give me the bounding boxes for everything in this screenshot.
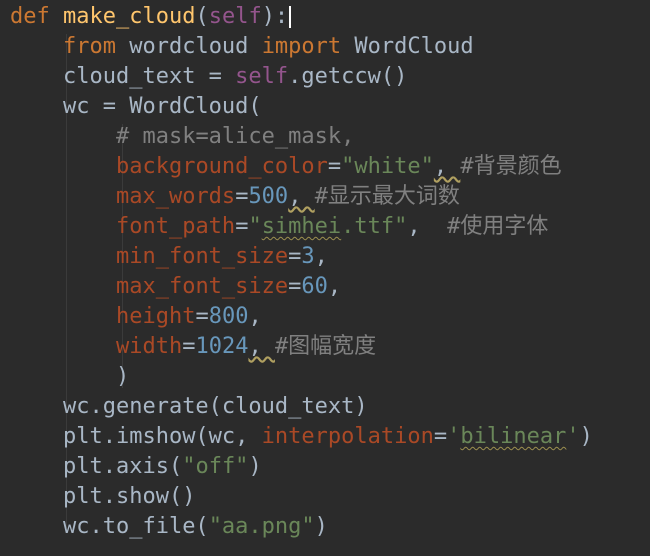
string-quote: ' xyxy=(447,424,461,449)
code-line-13[interactable]: ) xyxy=(10,362,129,392)
method-call: .getccw() xyxy=(288,64,408,89)
param-name: interpolation xyxy=(261,424,434,449)
param-name: max_font_size xyxy=(115,274,289,299)
self-param: self xyxy=(208,4,262,29)
close-paren: ): xyxy=(261,4,289,29)
code-line-12[interactable]: width=1024, #图幅宽度 xyxy=(10,332,376,362)
close-paren: ) xyxy=(579,424,593,449)
code-line-7[interactable]: max_words=500, #显示最大词数 xyxy=(10,182,460,212)
comma: , xyxy=(407,214,448,239)
comma: , xyxy=(433,154,461,179)
module-name: wordcloud xyxy=(129,34,249,59)
comma: , xyxy=(314,244,328,269)
comma: , xyxy=(288,184,315,209)
line-comment: #图幅宽度 xyxy=(274,334,377,359)
comma: , xyxy=(248,334,275,359)
show-call: plt.show() xyxy=(62,484,196,509)
code-line-18[interactable]: wc.to_file("aa.png") xyxy=(10,512,328,542)
code-editor[interactable]: def make_cloud(self): from wordcloud imp… xyxy=(0,0,650,556)
equals: = xyxy=(195,304,209,329)
close-paren: ) xyxy=(115,364,130,389)
string-value: "aa.png" xyxy=(208,514,315,539)
def-keyword: def xyxy=(10,4,50,29)
code-line-17[interactable]: plt.show() xyxy=(10,482,195,512)
code-line-15[interactable]: plt.imshow(wc, interpolation='bilinear') xyxy=(10,422,593,452)
close-paren: ) xyxy=(314,514,328,539)
number-value: 60 xyxy=(301,274,328,299)
param-name: background_color xyxy=(115,154,328,179)
equals: = xyxy=(288,274,302,299)
code-line-14[interactable]: wc.generate(cloud_text) xyxy=(10,392,368,422)
axis-call: plt.axis( xyxy=(62,454,183,479)
equals: = xyxy=(288,244,302,269)
code-line-5[interactable]: # mask=alice_mask, xyxy=(10,122,354,152)
equals: = xyxy=(235,184,249,209)
number-value: 1024 xyxy=(195,334,249,359)
code-line-1[interactable]: def make_cloud(self): xyxy=(10,2,292,32)
code-line-4[interactable]: wc = WordCloud( xyxy=(10,92,262,122)
code-line-3[interactable]: cloud_text = self.getccw() xyxy=(10,62,407,92)
equals: = xyxy=(235,214,249,239)
param-name: min_font_size xyxy=(115,244,289,269)
wordcloud-constructor: wc = WordCloud( xyxy=(62,94,262,119)
param-name: width xyxy=(115,334,183,359)
comma: , xyxy=(327,274,342,299)
close-paren: ) xyxy=(248,454,262,479)
code-line-10[interactable]: max_font_size=60, xyxy=(10,272,341,302)
imshow-call: plt.imshow(wc, xyxy=(62,424,262,449)
string-value: "off" xyxy=(182,454,249,479)
class-name: WordCloud xyxy=(354,34,474,59)
comma: , xyxy=(248,304,262,329)
string-value: "white" xyxy=(341,154,434,179)
assignment-target: cloud_text = xyxy=(62,64,236,89)
string-quote: " xyxy=(248,214,262,239)
line-comment: #使用字体 xyxy=(447,214,549,239)
function-name: make_cloud xyxy=(63,4,196,29)
param-name: font_path xyxy=(115,214,236,239)
line-comment: #背景颜色 xyxy=(460,154,562,179)
to-file-call: wc.to_file( xyxy=(62,514,209,539)
code-line-6[interactable]: background_color="white", #背景颜色 xyxy=(10,152,562,182)
string-value: .ttf" xyxy=(341,214,408,239)
number-value: 800 xyxy=(208,304,249,329)
line-comment: # mask=alice_mask, xyxy=(115,124,355,149)
code-line-16[interactable]: plt.axis("off") xyxy=(10,452,262,482)
code-line-11[interactable]: height=800, xyxy=(10,302,262,332)
param-name: max_words xyxy=(115,184,236,209)
string-value-typo: simhei xyxy=(261,214,342,239)
equals: = xyxy=(182,334,196,359)
text-cursor xyxy=(289,6,292,28)
import-keyword: import xyxy=(261,34,342,59)
string-value-typo: bilinear xyxy=(460,424,567,449)
self-ref: self xyxy=(235,64,289,89)
code-line-9[interactable]: min_font_size=3, xyxy=(10,242,328,272)
number-value: 500 xyxy=(248,184,289,209)
code-line-2[interactable]: from wordcloud import WordCloud xyxy=(10,32,474,62)
string-quote: ' xyxy=(566,424,580,449)
from-keyword: from xyxy=(62,34,116,59)
code-line-8[interactable]: font_path="simhei.ttf", #使用字体 xyxy=(10,212,548,242)
equals: = xyxy=(433,424,448,449)
param-name: height xyxy=(115,304,196,329)
open-paren: ( xyxy=(195,4,209,29)
line-comment: #显示最大词数 xyxy=(314,184,460,209)
number-value: 3 xyxy=(301,244,315,269)
generate-call: wc.generate(cloud_text) xyxy=(62,394,368,419)
equals: = xyxy=(327,154,342,179)
